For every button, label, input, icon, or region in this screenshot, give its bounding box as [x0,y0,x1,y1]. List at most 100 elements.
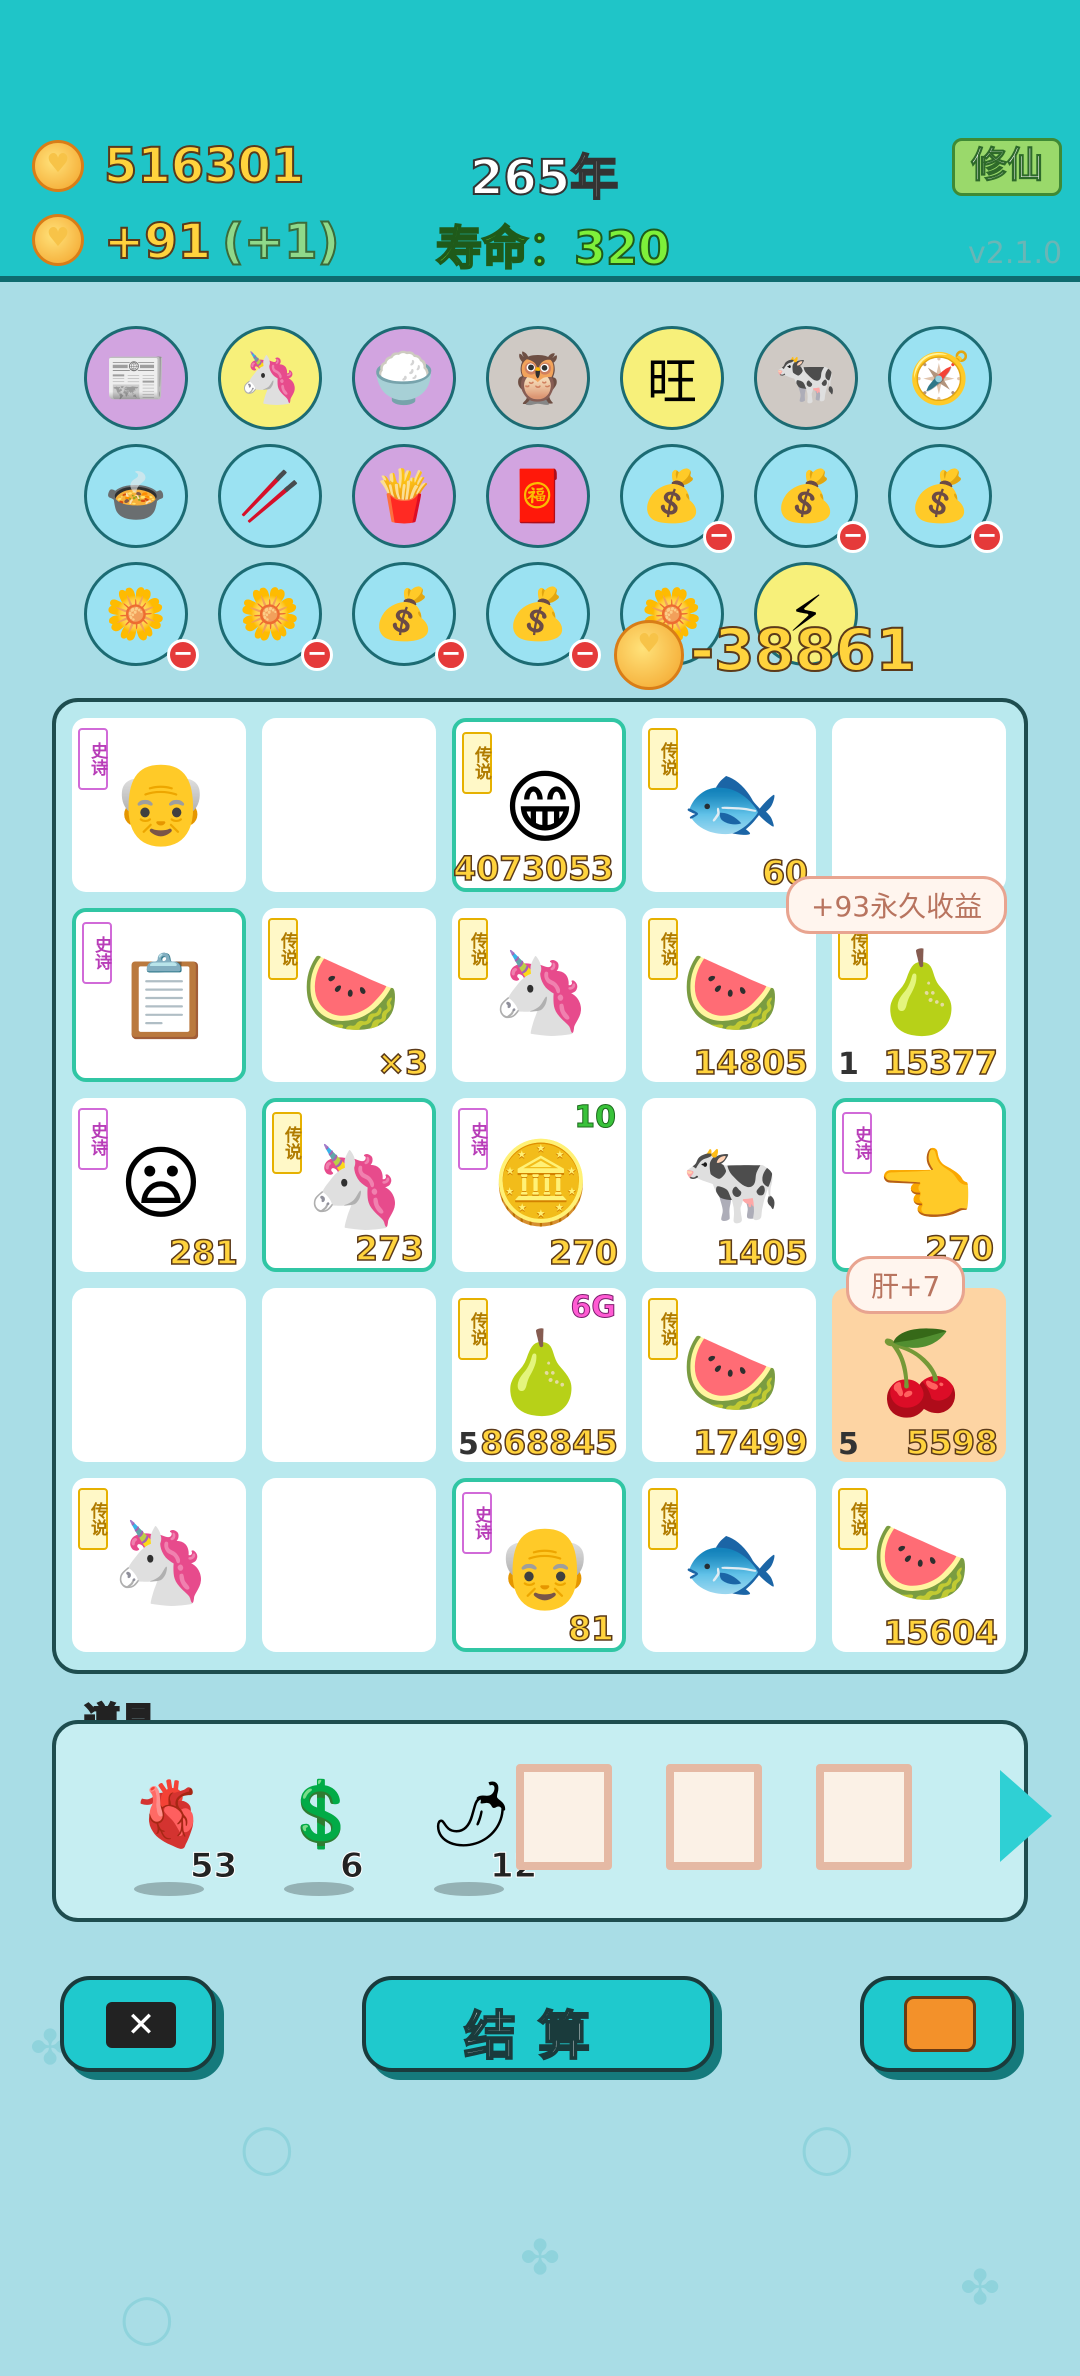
board-cell[interactable]: 传说 🍉 17499 [642,1288,816,1463]
rarity-tag: 传说 [648,918,678,980]
version-label: v2.1.0 [968,236,1063,271]
board-cell[interactable]: 🍒 5 5598 [832,1288,1006,1463]
empty-tool-slot[interactable] [516,1764,612,1870]
rarity-tag: 史诗 [78,1108,108,1170]
compass-icon[interactable]: 🧭 [888,326,992,430]
board-cell[interactable]: 史诗 👴 [72,718,246,892]
settle-button[interactable]: 结算 [362,1976,714,2072]
briefcase-icon [904,1996,976,2052]
pomelo-sparkle-icon: 🍐 [491,1326,591,1419]
sack-icon: 💰 [774,466,838,525]
top-status-bar: 516301 +91 (+1) 265年 寿命：320 修仙 v2.1.0 [0,0,1080,282]
remove-icon[interactable]: − [971,521,1003,553]
sack-icon[interactable]: 💰 − [754,444,869,553]
cell-value: 4073053 [453,848,615,889]
next-arrow-icon[interactable] [1000,1770,1052,1862]
remove-icon[interactable]: − [167,639,199,671]
cancel-button[interactable]: ✕ [60,1976,216,2072]
unicorn-icon: 🦄 [305,1140,405,1233]
rice-bowl-icon[interactable]: 🍚 [352,326,456,430]
time-magazine-icon[interactable]: 📰 [84,326,188,430]
board-cell[interactable]: 史诗 🪙 10 270 [452,1098,626,1273]
xiuxian-button[interactable]: 修仙 [952,138,1062,196]
remove-icon[interactable]: − [435,639,467,671]
cell-level: 1 [838,1047,859,1082]
board-cell[interactable]: 传说 🍐 6G 5 868845 [452,1288,626,1463]
ring-deco-icon: ◯ [240,2120,294,2176]
rarity-tag: 传说 [458,918,488,980]
game-board: 史诗 👴 传说 😁 4073053 传说 🐟 60 史诗 📋 传说 🍉 ×3 传说 🦄 传说 🍉 14805 传说 🍐… [52,698,1028,1674]
owl-glasses-icon[interactable]: 🦉 [486,326,590,430]
board-cell[interactable] [262,1288,436,1462]
rarity-tag: 传说 [458,1298,488,1360]
close-tag-icon: ✕ [106,2002,176,2048]
board-cell[interactable]: 传说 🦄 [72,1478,246,1652]
fries-icon[interactable]: 🍟 [352,444,456,548]
board-cell[interactable]: 传说 😁 4073053 [452,718,626,892]
remove-icon[interactable]: − [703,521,735,553]
income-bonus: (+1) [221,213,340,271]
dollar-coin-tool[interactable]: 💲 6 [266,1764,376,1904]
board-cell[interactable]: 传说 🦄 [452,908,626,1082]
sack-icon: 💰 [506,584,570,643]
sack-icon[interactable]: 💰 − [888,444,1003,553]
empty-tool-slot[interactable] [666,1764,762,1870]
board-cell[interactable] [832,718,1006,892]
rice-bowl-icon: 🍚 [372,348,436,407]
board-cell[interactable]: 史诗 👴 81 [452,1478,626,1652]
board-cell[interactable]: 传说 🦄 273 [262,1098,436,1272]
negative-income-popup: -38861 [689,615,917,685]
red-envelope-icon[interactable]: 🧧 [486,444,590,548]
remove-icon[interactable]: − [301,639,333,671]
year-display: 265年 [469,149,619,207]
ring-deco-icon: ◯ [800,2120,854,2176]
liver-tool[interactable]: 🫀 53 [116,1764,238,1904]
two-cows-icon[interactable]: 🐄 [754,326,858,430]
board-cell[interactable] [262,1478,436,1652]
board-cell[interactable]: 史诗 📋 [72,908,246,1082]
golden-fruits-icon: 🍒 [871,1326,971,1419]
clover-deco-icon: ✤ [520,2230,561,2286]
potted-flower-icon[interactable]: 🌼 − [218,562,333,671]
watermelon-icon: 🍉 [301,946,401,1039]
board-cell[interactable]: 传说 🍉 14805 [642,908,816,1083]
lifespan-display: 寿命：320 [435,220,671,276]
sack-icon[interactable]: 💰 − [352,562,467,671]
bag-button[interactable] [860,1976,1016,2072]
ctrl-c-v-icon: 📋 [115,950,215,1043]
bald-grin-face-icon: 😁 [503,760,587,854]
ring-deco-icon: ◯ [120,2290,174,2346]
board-cell[interactable]: 传说 🍉 ×3 [262,908,436,1083]
rarity-tag: 传说 [272,1112,302,1174]
board-cell[interactable] [72,1288,246,1462]
potted-flower-icon[interactable]: 🌼 − [84,562,199,671]
board-cell[interactable]: 传说 🍐 1 15377 [832,908,1006,1083]
coin-icon [614,620,684,690]
potted-flower-icon: 🌼 [238,584,302,643]
board-cell[interactable]: 传说 🐟 [642,1478,816,1652]
rarity-tag: 史诗 [82,922,112,984]
unicorn-icon: 🦄 [111,1516,211,1609]
sack-icon[interactable]: 💰 − [486,562,601,671]
remove-icon[interactable]: − [569,639,601,671]
board-cell[interactable]: 史诗 👈 270 [832,1098,1006,1272]
board-cell[interactable]: 传说 🍉 15604 [832,1478,1006,1653]
remove-icon[interactable]: − [837,521,869,553]
sack-icon[interactable]: 💰 − [620,444,735,553]
board-cell[interactable]: 史诗 😦 281 [72,1098,246,1273]
cell-value: 17499 [692,1422,808,1463]
unicorn-icon[interactable]: 🦄 [218,326,322,430]
empty-tool-slot[interactable] [816,1764,912,1870]
pot-duck-icon[interactable]: 🍲 [84,444,188,548]
chopsticks-icon[interactable]: 🥢 [218,444,322,548]
board-cell[interactable]: 🐄 1405 [642,1098,816,1273]
unicorn-icon: 🦄 [491,946,591,1039]
cell-value: 273 [354,1228,424,1269]
koi-fish-icon: 🐟 [681,1516,781,1609]
potted-flower-icon: 🌼 [104,584,168,643]
cell-value: 15604 [882,1612,998,1653]
board-cell[interactable] [262,718,436,892]
board-cell[interactable]: 传说 🐟 60 [642,718,816,893]
wang-tiles-icon[interactable]: 旺 [620,326,724,430]
chili-pepper-tool[interactable]: 🌶 12 [416,1764,538,1904]
